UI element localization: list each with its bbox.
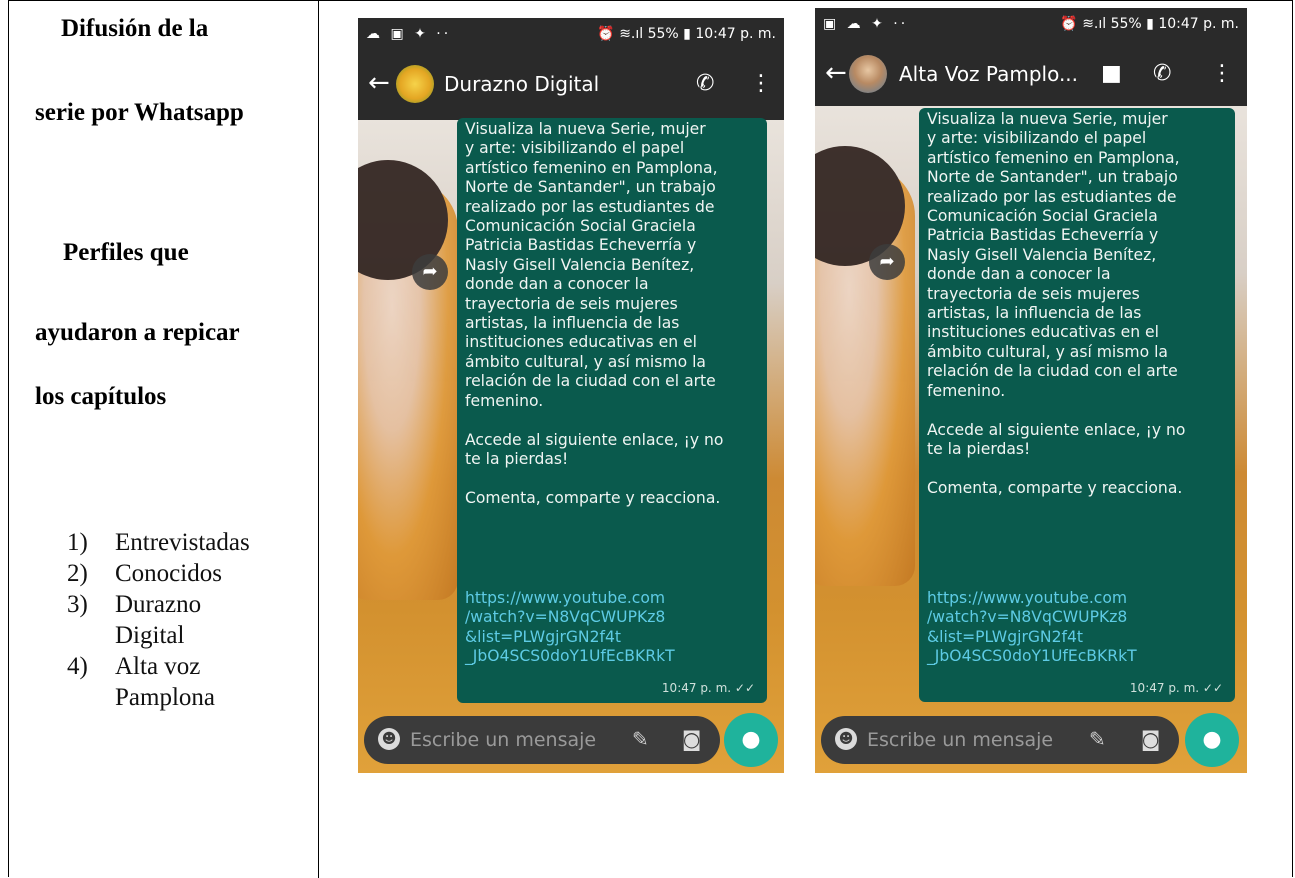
chat-header: ← Alta Voz Pamplo... ■ ✆ ⋮ [815,42,1247,106]
list-item: 1) Entrevistadas [67,527,250,558]
camera-icon[interactable]: ◙ [1141,727,1160,751]
list-item: 4) Alta voz Pamplona [67,651,250,713]
status-icons-right: ⏰ ≋.ıl 55% ▮ 10:47 p. m. [1060,16,1239,32]
list-text: Alta voz [115,653,201,680]
arrow-left-icon[interactable]: ← [368,70,390,96]
chat-title[interactable]: Durazno Digital [444,72,599,96]
message-time: 10:47 p. m. ✓✓ [1129,681,1223,695]
phone-screenshot-durazno: ☁ ▣ ✦ ·· ⏰ ≋.ıl 55% ▮ 10:47 p. m. ← Dura… [358,18,784,773]
list-text: Pamplona [115,684,215,711]
chat-header: ← Durazno Digital ✆ ⋮ [358,52,784,120]
emoji-icon[interactable]: ☻ [378,728,400,750]
message-link[interactable]: https://www.youtube.com /watch?v=N8VqCWU… [927,589,1137,667]
avatar[interactable] [396,65,434,103]
status-bar: ▣ ☁ ✦ ·· ⏰ ≋.ıl 55% ▮ 10:47 p. m. [815,8,1247,42]
list-number: 2) [67,560,88,587]
message-link[interactable]: https://www.youtube.com /watch?v=N8VqCWU… [465,589,675,667]
emoji-icon[interactable]: ☻ [835,728,857,750]
camera-icon[interactable]: ◙ [682,727,701,751]
subheading-line-1: Perfiles que [63,239,189,266]
list-text: Conocidos [115,560,222,587]
message-time: 10:47 p. m. ✓✓ [661,681,755,695]
wallpaper-photo [358,160,458,600]
column-divider [318,1,319,878]
list-item: 3) Durazno Digital [67,589,250,651]
message-input[interactable]: ☻ Escribe un mensaje ✎ ◙ [821,716,1179,764]
message-text: Visualiza la nueva Serie, mujer y arte: … [465,120,724,507]
message-placeholder: Escribe un mensaje [410,729,597,751]
status-icons-right: ⏰ ≋.ıl 55% ▮ 10:47 p. m. [597,26,776,42]
list-text: Durazno [115,591,202,618]
arrow-left-icon[interactable]: ← [825,60,847,86]
forward-icon[interactable]: ➦ [869,244,905,280]
add-call-icon[interactable]: ✆ [696,71,714,96]
status-icons-left: ☁ ▣ ✦ ·· [366,26,452,42]
video-camera-icon[interactable]: ■ [1101,61,1122,86]
heading-line-2: serie por Whatsapp [35,99,244,126]
message-bubble[interactable]: Visualiza la nueva Serie, mujer y arte: … [919,108,1235,702]
wallpaper-photo [815,146,915,586]
status-icons-left: ▣ ☁ ✦ ·· [823,16,909,32]
more-vert-icon[interactable]: ⋮ [750,71,772,96]
microphone-icon[interactable]: ● [724,713,778,767]
phone-icon[interactable]: ✆ [1153,61,1171,86]
message-text: Visualiza la nueva Serie, mujer y arte: … [927,110,1186,497]
list-number: 3) [67,591,88,618]
paperclip-icon[interactable]: ✎ [1089,727,1106,751]
list-number: 1) [67,529,88,556]
message-bubble[interactable]: Visualiza la nueva Serie, mujer y arte: … [457,118,767,703]
microphone-icon[interactable]: ● [1185,713,1239,767]
forward-icon[interactable]: ➦ [412,254,448,290]
list-number: 4) [67,653,88,680]
avatar[interactable] [849,55,887,93]
left-column: Difusión de la serie por Whatsapp Perfil… [9,1,318,878]
paperclip-icon[interactable]: ✎ [632,727,649,751]
chat-title[interactable]: Alta Voz Pamplo... [899,62,1078,86]
subheading-line-3: los capítulos [35,383,167,410]
message-input[interactable]: ☻ Escribe un mensaje ✎ ◙ [364,716,720,764]
list-text: Entrevistadas [115,529,250,556]
subheading-line-2: ayudaron a repicar [35,319,240,346]
status-bar: ☁ ▣ ✦ ·· ⏰ ≋.ıl 55% ▮ 10:47 p. m. [358,18,784,52]
list-text: Digital [115,622,185,649]
list-item: 2) Conocidos [67,558,250,589]
profiles-list: 1) Entrevistadas 2) Conocidos 3) Durazno Dig… [67,527,250,713]
phone-screenshot-altavoz: ▣ ☁ ✦ ·· ⏰ ≋.ıl 55% ▮ 10:47 p. m. ← Alta… [815,8,1247,773]
message-placeholder: Escribe un mensaje [867,729,1054,751]
more-vert-icon[interactable]: ⋮ [1211,61,1233,86]
heading-line-1: Difusión de la [61,15,209,42]
